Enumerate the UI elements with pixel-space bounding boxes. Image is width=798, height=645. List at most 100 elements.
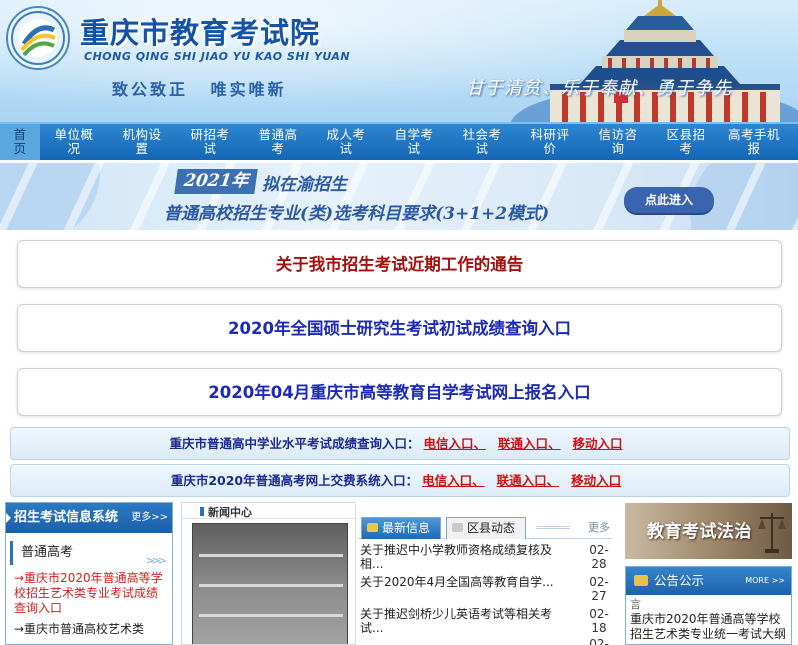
banner-year: 2021年 [174, 169, 259, 194]
nav-college-entrance[interactable]: 普通高考 [244, 124, 312, 160]
education-law-banner[interactable]: 教育考试法治 [625, 503, 792, 559]
news-list-panel: 最新信息 区县动态 更多 关于推迟中小学教师资格成绩复核及相... 02-28 … [358, 515, 612, 645]
nav-mobile[interactable]: 高考手机报 [720, 124, 788, 160]
ceiling-light [199, 614, 343, 617]
nav-adult-exam[interactable]: 成人考试 [312, 124, 380, 160]
nav-unit-overview[interactable]: 单位概况 [40, 124, 108, 160]
query-row-proficiency: 重庆市普通高中学业水平考试成绩查询入口： 电信入口、 联通入口、 移动入口 [10, 427, 790, 460]
divider [536, 526, 570, 529]
query-label: 重庆市普通高中学业水平考试成绩查询入口： [169, 436, 420, 451]
nav-label: 单位概 [54, 127, 94, 142]
subject-requirement-banner[interactable]: 2021年 拟在渝招生 普通高校招生专业(类)选考科目要求(3+1+2模式) 点… [0, 163, 798, 230]
news-title: 关于推迟剑桥少儿英语考试等相关考试... [360, 607, 553, 635]
nav-label: 普通高 [258, 127, 298, 142]
mobile-link[interactable]: 移动入口 [571, 473, 621, 488]
site-motto: 致公致正 唯实唯新 [112, 80, 287, 99]
panel-title: 公告公示 [654, 573, 705, 588]
nav-label: 试 [203, 141, 217, 156]
great-hall-illustration [510, 0, 798, 122]
announcement-lead: 言 [630, 598, 641, 611]
nav-district-exam[interactable]: 区县招考 [652, 124, 720, 160]
scales-of-justice-icon [758, 513, 786, 553]
nav-label: 社会考 [462, 127, 502, 142]
query-row-payment: 重庆市2020年普通高考网上交费系统入口： 电信入口、 联通入口、 移动入口 [10, 464, 790, 497]
telecom-link[interactable]: 电信入口、 [423, 436, 486, 451]
nav-label: 考 [271, 141, 285, 156]
exam-info-system-panel: 招生考试信息系统 更多>> 普通高考 >>> →重庆市2020年普通高等学校招生… [5, 502, 173, 645]
nav-organization[interactable]: 机构设置 [108, 124, 176, 160]
nav-label: 报 [747, 141, 761, 156]
nav-label: 考 [679, 141, 693, 156]
nav-label: 试 [407, 141, 421, 156]
nav-petition[interactable]: 信访咨询 [584, 124, 652, 160]
panel-title: 新闻中心 [208, 506, 252, 519]
panel-header: 招生考试信息系统 更多>> [6, 503, 172, 533]
news-photo[interactable] [192, 523, 348, 644]
notice-card-self-study-registration[interactable]: 2020年04月重庆市高等教育自学考试网上报名入口 [17, 368, 782, 416]
nav-label: 信访咨 [598, 127, 638, 142]
news-tabs: 最新信息 区县动态 更多 [358, 515, 612, 539]
chat-bubble-icon [634, 575, 648, 586]
announcement-text: 重庆市2020年普通高等学校招生艺术类专业统一考试大纲 [630, 612, 787, 641]
banner-enter-button[interactable]: 点此进入 [624, 187, 714, 213]
news-item[interactable]: 关于2020年4月全国高等教育自学... 02-27 [360, 575, 610, 605]
nav-social-exam[interactable]: 社会考试 [448, 124, 516, 160]
news-date: 02-27 [589, 575, 609, 603]
news-title: 关于2020年4月全国高等教育自学... [360, 575, 554, 589]
triangle-right-icon [6, 513, 11, 523]
notice-card-announcement[interactable]: 关于我市招生考试近期工作的通告 [17, 240, 782, 288]
site-pinyin: CHONG QING SHI JIAO YU KAO SHI YUAN [84, 50, 351, 63]
announcement-item[interactable]: 言 重庆市2020年普通高等学校招生艺术类专业统一考试大纲 [626, 595, 791, 642]
main-nav: 首页 单位概况 机构设置 研招考试 普通高考 成人考试 自学考试 社会考试 科研… [0, 122, 798, 160]
news-date: 02- [589, 637, 609, 645]
mobile-link[interactable]: 移动入口 [573, 436, 623, 451]
nav-home[interactable]: 首页 [0, 124, 40, 160]
nav-research[interactable]: 科研评价 [516, 124, 584, 160]
ceiling-light [199, 584, 343, 587]
tab-latest[interactable]: 最新信息 [361, 517, 441, 539]
nav-label: 置 [135, 141, 149, 156]
nav-label: 自学考 [394, 127, 434, 142]
more-link[interactable]: 更多 [588, 519, 610, 535]
news-center-panel: 新闻中心 [181, 502, 356, 645]
law-title: 教育考试法治 [647, 522, 752, 542]
more-link[interactable]: MORE >> [745, 567, 785, 595]
panel-header: 新闻中心 [182, 503, 355, 519]
chat-bubble-icon [367, 523, 378, 532]
nav-label: 区县招 [666, 127, 706, 142]
category-college-entrance[interactable]: 普通高考 >>> [10, 541, 168, 567]
site-header: 重庆市教育考试院 CHONG QING SHI JIAO YU KAO SHI … [0, 0, 798, 122]
news-item[interactable]: 02- [360, 637, 610, 645]
tab-label: 区县动态 [467, 521, 516, 535]
nav-label: 科研评 [530, 127, 570, 142]
nav-self-study-exam[interactable]: 自学考试 [380, 124, 448, 160]
nav-label: 成人考 [326, 127, 366, 142]
news-title: 关于推迟中小学教师资格成绩复核及相... [360, 543, 553, 571]
announcement-panel: 公告公示 MORE >> 言 重庆市2020年普通高等学校招生艺术类专业统一考试… [625, 566, 792, 645]
news-item[interactable]: 关于推迟中小学教师资格成绩复核及相... 02-28 [360, 543, 610, 573]
header-slogan: 甘于清贫、乐于奉献、勇于争先 [466, 78, 732, 99]
nav-label: 首 [13, 127, 27, 142]
query-label: 重庆市2020年普通高考网上交费系统入口： [170, 473, 419, 488]
panel-title: 招生考试信息系统 [14, 510, 119, 525]
tab-district[interactable]: 区县动态 [446, 517, 526, 539]
nav-label: 试 [475, 141, 489, 156]
unicom-link[interactable]: 联通入口、 [498, 436, 561, 451]
chat-bubble-icon [452, 523, 463, 532]
seal-logo-icon[interactable] [6, 6, 70, 70]
more-link[interactable]: 更多>> [131, 503, 168, 533]
section-marker-icon [200, 507, 204, 516]
unicom-link[interactable]: 联通入口、 [497, 473, 560, 488]
ceiling-light [199, 554, 343, 557]
site-title: 重庆市教育考试院 [80, 16, 321, 50]
art-exam-link[interactable]: →重庆市普通高校艺术类 [6, 616, 172, 637]
nav-label: 页 [13, 141, 27, 156]
news-item[interactable]: 关于推迟剑桥少儿英语考试等相关考试... 02-18 [360, 607, 610, 637]
telecom-link[interactable]: 电信入口、 [422, 473, 485, 488]
double-arrow-icon: >>> [145, 554, 167, 567]
nav-graduate-exam[interactable]: 研招考试 [176, 124, 244, 160]
notice-card-graduate-scores[interactable]: 2020年全国硕士研究生考试初试成绩查询入口 [17, 304, 782, 352]
nav-label: 况 [67, 141, 81, 156]
tab-label: 最新信息 [382, 521, 431, 535]
category-label: 普通高考 [21, 545, 74, 560]
